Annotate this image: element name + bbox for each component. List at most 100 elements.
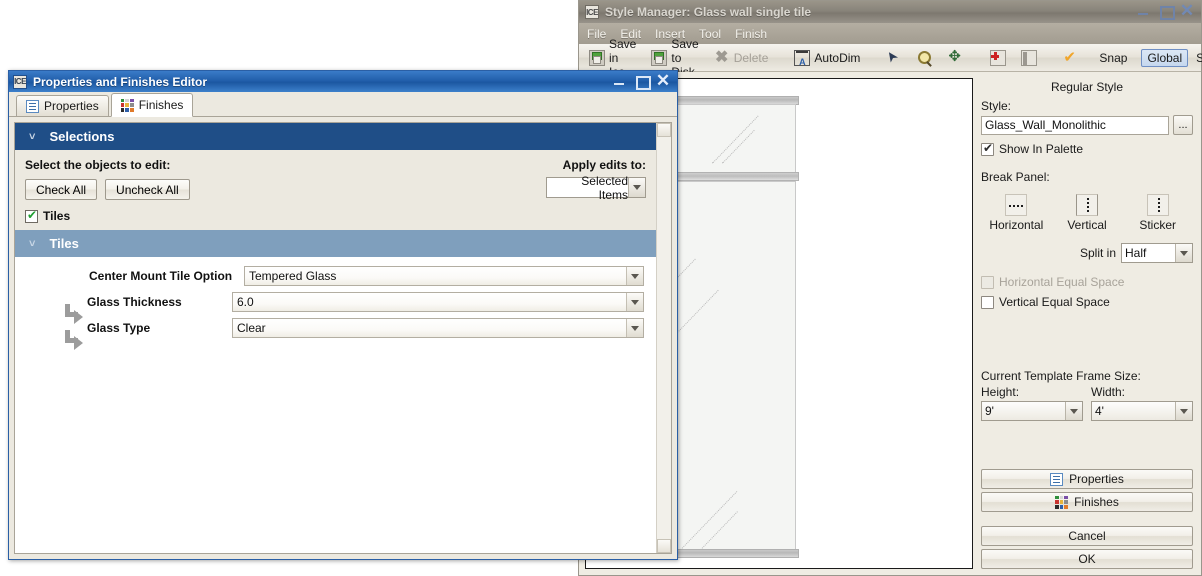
selections-section-header[interactable]: ˅ Selections: [15, 123, 656, 150]
apply-edits-value: Selected Items: [581, 173, 628, 202]
chevron-down-icon: [628, 178, 645, 197]
chevron-down-icon: [626, 293, 643, 311]
pan-tool-button[interactable]: [942, 47, 970, 69]
tiles-checkbox-label: Tiles: [43, 209, 71, 223]
move-arrows-icon: [948, 47, 964, 66]
edit-panel-button[interactable]: [1015, 47, 1043, 69]
split-in-dropdown[interactable]: Half: [1121, 243, 1193, 263]
height-label: Height:: [981, 385, 1020, 399]
uncheck-all-button[interactable]: Uncheck All: [105, 179, 190, 200]
cursor-arrow-icon: [886, 50, 902, 66]
tiles-section-header[interactable]: ˅ Tiles: [15, 230, 656, 257]
height-dropdown[interactable]: 9': [981, 401, 1083, 421]
vertical-equal-space-label: Vertical Equal Space: [999, 295, 1110, 309]
chevron-down-icon: ˅: [29, 237, 36, 250]
center-mount-tile-option-dropdown[interactable]: Tempered Glass: [244, 266, 644, 286]
horizontal-equal-space-row: Horizontal Equal Space: [981, 275, 1193, 289]
show-in-palette-row[interactable]: Show In Palette: [981, 141, 1193, 156]
list-icon: [26, 99, 39, 113]
current-template-frame-size-label: Current Template Frame Size:: [981, 369, 1141, 383]
style-manager-title: Style Manager: Glass wall single tile: [605, 5, 812, 19]
ok-button[interactable]: OK: [981, 549, 1193, 569]
center-mount-tile-option-label: Center Mount Tile Option: [89, 269, 233, 283]
zoom-tool-button[interactable]: [911, 47, 939, 69]
approve-button[interactable]: [1057, 47, 1085, 69]
minimize-icon[interactable]: [1135, 3, 1151, 19]
width-label: Width:: [1091, 385, 1126, 399]
panel-spacer: [981, 421, 1193, 469]
properties-button-label: Properties: [1069, 472, 1124, 486]
vertical-equal-space-checkbox[interactable]: [981, 295, 994, 309]
scroll-down-arrow-icon[interactable]: [657, 539, 671, 553]
glass-type-dropdown[interactable]: Clear: [232, 318, 644, 338]
tiles-selection-row[interactable]: Tiles: [25, 208, 646, 223]
glass-thickness-dropdown[interactable]: 6.0: [232, 292, 644, 312]
selections-left-column: Select the objects to edit: Check All Un…: [25, 158, 190, 200]
close-icon[interactable]: ✕: [1179, 2, 1195, 19]
style-properties-panel: Regular Style Style: Glass_Wall_Monolith…: [977, 72, 1201, 575]
editor-vertical-scrollbar[interactable]: [656, 123, 671, 553]
snap-label[interactable]: Snap: [1099, 51, 1127, 65]
autodim-label: AutoDim: [814, 50, 861, 65]
chevron-down-icon: [1175, 244, 1192, 262]
autodim-button[interactable]: AutoDim: [788, 47, 866, 69]
close-icon[interactable]: ✕: [655, 72, 671, 89]
horizontal-equal-space-label: Horizontal Equal Space: [999, 275, 1125, 289]
swatch-grid-icon: [120, 98, 134, 112]
properties-editor-titlebar[interactable]: ICE Properties and Finishes Editor ✕: [9, 71, 677, 92]
menu-item-finish[interactable]: Finish: [735, 27, 767, 41]
height-field-group: Height: 9': [981, 385, 1083, 421]
tiles-section-body: Center Mount Tile Option Tempered Glass …: [15, 257, 656, 353]
properties-and-finishes-editor-window: ICE Properties and Finishes Editor ✕ Pro…: [8, 70, 678, 560]
tab-finishes[interactable]: Finishes: [110, 93, 194, 117]
select-tool-button[interactable]: [880, 47, 908, 69]
minimize-icon[interactable]: [611, 73, 627, 89]
properties-button[interactable]: Properties: [981, 469, 1193, 489]
glass-thickness-label: Glass Thickness: [87, 295, 182, 309]
style-manager-titlebar[interactable]: ICE Style Manager: Glass wall single til…: [579, 1, 1201, 23]
style-label[interactable]: Style: [1196, 51, 1202, 65]
break-horizontal-button[interactable]: Horizontal: [981, 194, 1052, 232]
split-in-row: Split in Half: [981, 243, 1193, 263]
editor-tabs: Properties Finishes: [9, 92, 677, 117]
break-vertical-button[interactable]: Vertical: [1052, 194, 1123, 232]
swatch-grid-icon: [1055, 495, 1069, 509]
maximize-icon[interactable]: [1157, 3, 1175, 20]
chevron-down-icon: ˅: [29, 130, 36, 143]
width-value: 4': [1095, 404, 1104, 418]
show-in-palette-checkbox[interactable]: [981, 141, 994, 156]
browse-style-button[interactable]: ...: [1173, 115, 1193, 135]
maximize-icon[interactable]: [633, 73, 651, 90]
break-vertical-label: Vertical: [1067, 218, 1107, 232]
width-dropdown[interactable]: 4': [1091, 401, 1193, 421]
chevron-down-icon: [626, 319, 643, 337]
break-vertical-icon: [1076, 194, 1098, 216]
list-icon: [1050, 472, 1064, 486]
tiles-checkbox[interactable]: [25, 208, 38, 223]
vertical-equal-space-row[interactable]: Vertical Equal Space: [981, 295, 1193, 309]
check-all-button[interactable]: Check All: [25, 179, 98, 200]
style-name-input[interactable]: Glass_Wall_Monolithic: [981, 115, 1169, 135]
cancel-button[interactable]: Cancel: [981, 526, 1193, 546]
break-sticker-button[interactable]: Sticker: [1122, 194, 1193, 232]
chevron-down-icon: [626, 267, 643, 285]
scroll-up-arrow-icon[interactable]: [657, 123, 671, 137]
tab-properties-label: Properties: [44, 99, 99, 113]
panel-edit-icon: [1021, 49, 1038, 66]
delete-button: ✖ Delete: [708, 47, 775, 69]
add-panel-button[interactable]: [984, 47, 1012, 69]
apply-edits-dropdown[interactable]: Selected Items: [546, 174, 646, 202]
style-field-row: Glass_Wall_Monolithic ...: [981, 115, 1193, 135]
tab-properties[interactable]: Properties: [16, 95, 109, 116]
finishes-button[interactable]: Finishes: [981, 492, 1193, 512]
autodim-icon: [794, 49, 811, 67]
style-panel-action-buttons: Properties Finishes Cancel OK: [981, 469, 1193, 569]
glass-type-value: Clear: [237, 321, 266, 335]
show-in-palette-label: Show In Palette: [999, 142, 1084, 156]
magnifier-icon: [917, 50, 933, 66]
global-toggle-button[interactable]: Global: [1141, 48, 1189, 67]
selections-section-body: Select the objects to edit: Check All Un…: [15, 150, 656, 230]
split-in-value: Half: [1125, 246, 1147, 260]
save-disk-icon: [589, 49, 605, 66]
properties-editor-title: Properties and Finishes Editor: [33, 74, 208, 89]
